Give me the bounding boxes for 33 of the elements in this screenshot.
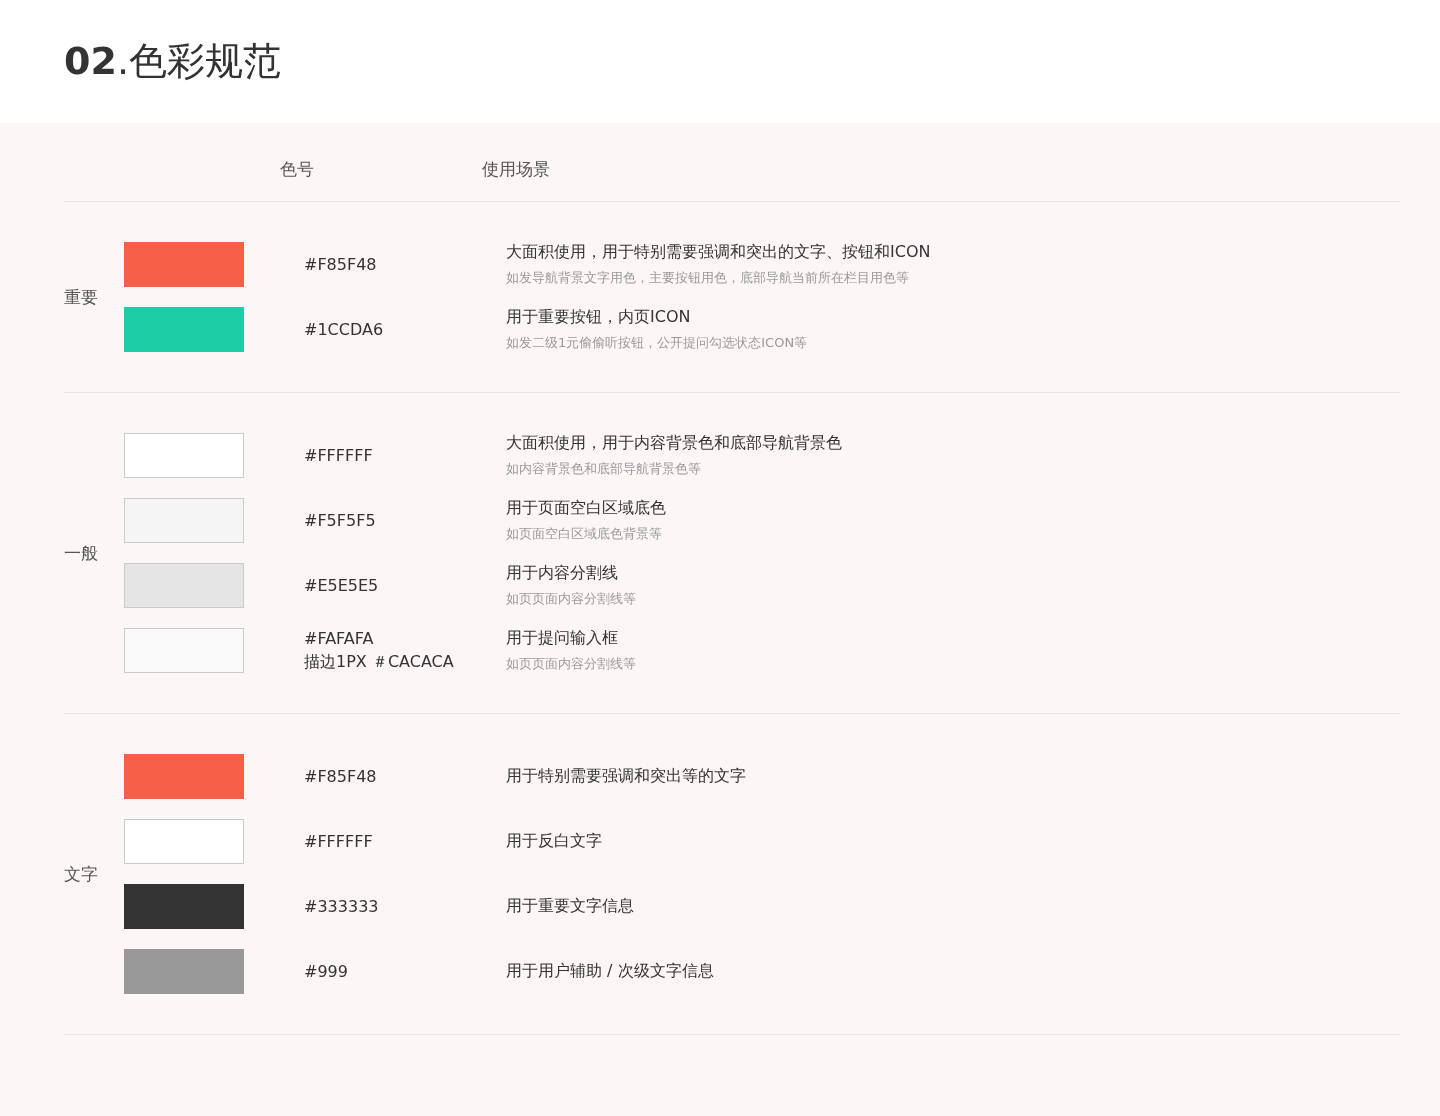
color-code: 描边1PX ＃CACACA [304, 651, 455, 673]
usage-example: 如发二级1元偷偷听按钮，公开提问勾选状态ICON等 [506, 334, 808, 352]
usage-example: 如内容背景色和底部导航背景色等 [506, 460, 702, 478]
color-code: #FFFFFF [304, 446, 374, 465]
usage-text: 用于特别需要强调和突出等的文字 [506, 766, 746, 787]
usage-text: 用于页面空白区域底色 [506, 498, 666, 519]
usage-example: 如发导航背景文字用色，主要按钮用色，底部导航当前所在栏目用色等 [506, 269, 910, 287]
group-label: 文字 [64, 862, 99, 886]
group-label: 重要 [64, 285, 99, 309]
color-code: #F85F48 [304, 767, 378, 786]
color-code: #1CCDA6 [304, 320, 385, 339]
usage-text: 用于反白文字 [506, 831, 602, 852]
usage-example: 如页面空白区域底色背景等 [506, 525, 663, 543]
column-header: 色号 [280, 158, 315, 181]
usage-text: 用于提问输入框 [506, 628, 619, 649]
group-label: 一般 [64, 541, 99, 565]
column-header: 使用场景 [482, 158, 550, 181]
usage-text: 用于内容分割线 [506, 563, 619, 584]
color-code: #F85F48 [304, 255, 378, 274]
usage-example: 如页页面内容分割线等 [506, 590, 636, 608]
usage-text: 大面积使用，用于内容背景色和底部导航背景色 [506, 433, 842, 454]
usage-text: 用于重要文字信息 [506, 896, 634, 917]
color-code: #FAFAFA [304, 628, 375, 648]
usage-text: 用于用户辅助 / 次级文字信息 [506, 961, 714, 982]
page-title: 02.色彩规范 [64, 38, 281, 85]
color-code: #FFFFFF [304, 832, 374, 851]
usage-text: 用于重要按钮，内页ICON [506, 307, 692, 328]
color-code: #F5F5F5 [304, 511, 377, 530]
usage-example: 如页页面内容分割线等 [506, 655, 636, 673]
color-code: #E5E5E5 [304, 576, 380, 595]
color-code: #333333 [304, 897, 380, 916]
usage-text: 大面积使用，用于特别需要强调和突出的文字、按钮和ICON [506, 242, 931, 263]
color-code: #999 [304, 962, 349, 981]
